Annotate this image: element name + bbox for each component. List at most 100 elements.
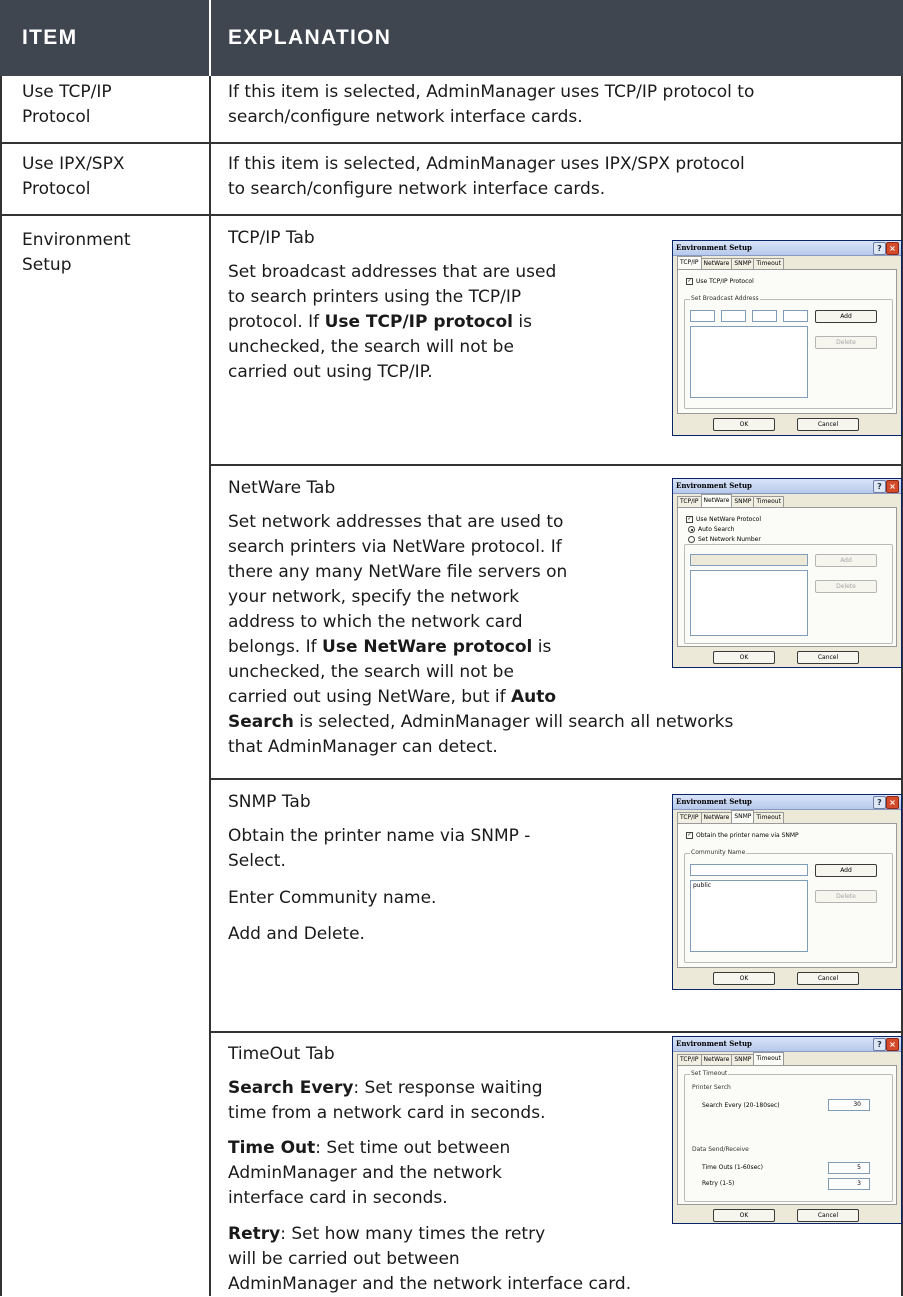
bold-term: Time Out xyxy=(228,1138,316,1158)
delete-button: Delete xyxy=(815,890,877,903)
text-line: Obtain the printer name via SNMP - xyxy=(228,826,531,846)
delete-button: Delete xyxy=(815,580,877,593)
explanation-text: If this item is selected, AdminManager u… xyxy=(228,154,745,174)
tab-netware: NetWare xyxy=(700,494,733,507)
bold-term: Use NetWare protocol xyxy=(322,637,533,657)
network-number-field xyxy=(690,554,808,566)
group-label: Set Broadcast Address xyxy=(690,295,760,302)
title-bar: Environment Setup ? × xyxy=(673,479,901,494)
ip-octet-field xyxy=(752,310,777,322)
address-list xyxy=(690,326,808,398)
bold-term: Use TCP/IP protocol xyxy=(324,312,513,332)
bold-term: Auto xyxy=(511,687,557,707)
timeout-dialog-screenshot: Environment Setup ? × TCP/IP NetWare SNM… xyxy=(672,1036,902,1224)
text-line: address to which the network card xyxy=(228,612,523,632)
search-every-label: Search Every (20-180sec) xyxy=(702,1102,780,1109)
ip-octet-field xyxy=(721,310,746,322)
table-row-explanation: If this item is selected, AdminManager u… xyxy=(228,152,745,202)
subrow-divider xyxy=(209,464,903,466)
text-line: your network, specify the network xyxy=(228,587,520,607)
explanation-text: to search/configure network interface ca… xyxy=(228,179,606,199)
tab-netware: NetWare xyxy=(700,258,733,269)
netware-dialog-screenshot: Environment Setup ? × TCP/IP NetWare SNM… xyxy=(672,478,902,668)
snmp-tab-add-delete: Add and Delete. xyxy=(228,924,365,944)
ok-button: OK xyxy=(713,972,775,985)
item-label: Use TCP/IP xyxy=(22,82,112,102)
column-divider xyxy=(209,76,211,1296)
text-line: belongs. If xyxy=(228,637,323,657)
subrow-divider xyxy=(209,778,903,780)
cancel-button: Cancel xyxy=(797,418,859,431)
tab-snmp: SNMP xyxy=(731,810,755,823)
text-line: carried out using TCP/IP. xyxy=(228,362,433,382)
close-icon: × xyxy=(886,796,899,809)
radio-label: Auto Search xyxy=(698,526,735,533)
close-icon: × xyxy=(886,1038,899,1051)
text-line: interface card in seconds. xyxy=(228,1188,448,1208)
tab-panel: Set Timeout Printer Serch Search Every (… xyxy=(677,1065,897,1205)
tab-strip: TCP/IP NetWare SNMP Timeout xyxy=(677,494,784,507)
close-icon: × xyxy=(886,242,899,255)
item-label: Environment xyxy=(22,230,131,250)
text-line: that AdminManager can detect. xyxy=(228,737,498,757)
use-tcpip-checkbox: ✓ Use TCP/IP Protocol xyxy=(686,278,754,285)
item-label: Protocol xyxy=(22,179,91,199)
header-item: ITEM xyxy=(0,0,209,76)
retry-field: 3 xyxy=(828,1178,870,1190)
tab-netware: NetWare xyxy=(700,1054,733,1065)
cancel-button: Cancel xyxy=(797,972,859,985)
dialog-title: Environment Setup xyxy=(676,481,752,490)
title-bar: Environment Setup ? × xyxy=(673,1037,901,1052)
tab-strip: TCP/IP NetWare SNMP Timeout xyxy=(677,256,784,269)
data-send-label: Data Send/Receive xyxy=(692,1146,749,1153)
community-list: public xyxy=(690,880,808,952)
ok-button: OK xyxy=(713,1209,775,1222)
dialog-title: Environment Setup xyxy=(676,797,752,806)
ip-octet-field xyxy=(690,310,715,322)
item-label: Protocol xyxy=(22,107,91,127)
text-line: to search printers using the TCP/IP xyxy=(228,287,522,307)
ok-button: OK xyxy=(713,651,775,664)
item-label: Use IPX/SPX xyxy=(22,154,125,174)
text-line: unchecked, the search will not be xyxy=(228,337,514,357)
group-label: Community Name xyxy=(690,849,747,856)
printer-search-label: Printer Serch xyxy=(692,1084,731,1091)
auto-search-radio: Auto Search xyxy=(688,526,734,533)
table-row-item: Environment Setup xyxy=(22,228,131,278)
cancel-button: Cancel xyxy=(797,1209,859,1222)
text-line: : Set time out between xyxy=(315,1138,511,1158)
tab-timeout: Timeout xyxy=(753,258,784,269)
title-bar: Environment Setup ? × xyxy=(673,795,901,810)
tab-tcpip: TCP/IP xyxy=(677,256,702,269)
help-icon: ? xyxy=(873,1038,886,1051)
timeout-retry: Retry: Set how many times the retry will… xyxy=(228,1222,631,1297)
checkbox-label: Obtain the printer name via SNMP xyxy=(696,832,799,839)
network-list xyxy=(690,570,808,636)
close-icon: × xyxy=(886,480,899,493)
explanation-text: search/configure network interface cards… xyxy=(228,107,583,127)
text-line: AdminManager and the network interface c… xyxy=(228,1274,632,1294)
community-name-field xyxy=(690,864,808,876)
tab-tcpip: TCP/IP xyxy=(677,812,702,823)
list-item: public xyxy=(693,882,712,889)
dialog-title: Environment Setup xyxy=(676,243,752,252)
ip-octet-field xyxy=(783,310,808,322)
help-icon: ? xyxy=(873,796,886,809)
tab-tcpip: TCP/IP xyxy=(677,1054,702,1065)
tab-timeout: Timeout xyxy=(753,812,784,823)
table-row-item: Use IPX/SPX Protocol xyxy=(22,152,125,202)
tab-snmp: SNMP xyxy=(731,258,755,269)
use-netware-checkbox: ✓ Use NetWare Protocol xyxy=(686,516,761,523)
text-line: will be carried out between xyxy=(228,1249,460,1269)
table-row-item: Use TCP/IP Protocol xyxy=(22,80,112,130)
tab-timeout: Timeout xyxy=(753,1052,784,1065)
tab-tcpip: TCP/IP xyxy=(677,496,702,507)
cancel-button: Cancel xyxy=(797,651,859,664)
document-table: ITEM EXPLANATION Use TCP/IP Protocol If … xyxy=(0,0,903,1296)
text-line: Set broadcast addresses that are used xyxy=(228,262,557,282)
bold-term: Retry xyxy=(228,1224,281,1244)
text-line: protocol. If xyxy=(228,312,325,332)
dialog-title: Environment Setup xyxy=(676,1039,752,1048)
delete-button: Delete xyxy=(815,336,877,349)
timeout-time-out: Time Out: Set time out between AdminMana… xyxy=(228,1136,510,1211)
